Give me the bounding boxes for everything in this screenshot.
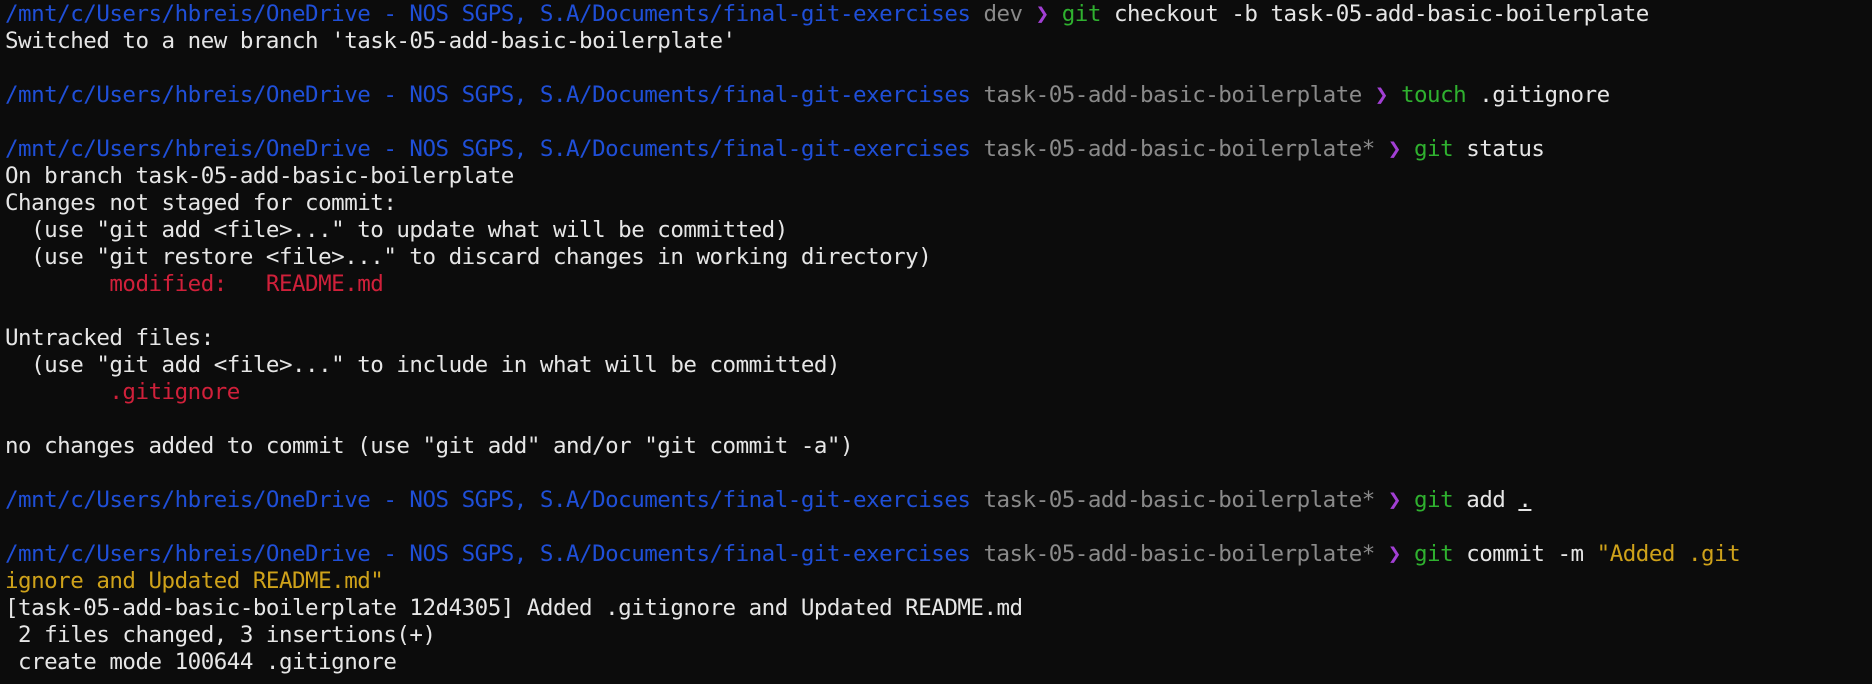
prompt-branch: task-05-add-basic-boilerplate: [983, 82, 1362, 108]
commit-message-wrap: ignore and Updated README.md": [5, 568, 384, 594]
prompt-branch: task-05-add-basic-boilerplate*: [983, 136, 1375, 162]
prompt-path: /mnt/c/Users/hbreis/OneDrive - NOS SGPS,…: [5, 1, 971, 27]
prompt-branch: dev: [983, 1, 1023, 27]
prompt-line: /mnt/c/Users/hbreis/OneDrive - NOS SGPS,…: [5, 136, 1872, 163]
output-line: Changes not staged for commit:: [5, 190, 397, 216]
output-line: Switched to a new branch 'task-05-add-ba…: [5, 28, 736, 54]
prompt-line: /mnt/c/Users/hbreis/OneDrive - NOS SGPS,…: [5, 82, 1872, 109]
output-line: no changes added to commit (use "git add…: [5, 433, 854, 459]
command-args: add: [1466, 487, 1519, 513]
prompt-arrow-icon: ❯: [1035, 1, 1050, 27]
output-line: Untracked files:: [5, 325, 214, 351]
commit-message: "Added .git: [1596, 541, 1741, 567]
command-args-path: .: [1518, 487, 1532, 513]
prompt-path: /mnt/c/Users/hbreis/OneDrive - NOS SGPS,…: [5, 487, 971, 513]
prompt-arrow-icon: ❯: [1374, 82, 1389, 108]
prompt-line: /mnt/c/Users/hbreis/OneDrive - NOS SGPS,…: [5, 1, 1872, 28]
output-line: (use "git add <file>..." to include in w…: [5, 352, 840, 378]
command-name: git: [1414, 487, 1454, 513]
terminal-window[interactable]: /mnt/c/Users/hbreis/OneDrive - NOS SGPS,…: [0, 0, 1872, 684]
prompt-arrow-icon: ❯: [1387, 487, 1402, 513]
command-name: git: [1414, 541, 1454, 567]
command-args: status: [1466, 136, 1545, 162]
prompt-line: /mnt/c/Users/hbreis/OneDrive - NOS SGPS,…: [5, 487, 1872, 514]
output-line: 2 files changed, 3 insertions(+): [5, 622, 436, 648]
prompt-line: /mnt/c/Users/hbreis/OneDrive - NOS SGPS,…: [5, 541, 1872, 568]
command-name: git: [1414, 136, 1454, 162]
command-args: .gitignore: [1479, 82, 1610, 108]
modified-file-line: modified: README.md: [5, 271, 384, 297]
output-line: (use "git restore <file>..." to discard …: [5, 244, 932, 270]
output-line: On branch task-05-add-basic-boilerplate: [5, 163, 514, 189]
output-line: (use "git add <file>..." to update what …: [5, 217, 788, 243]
command-name: git: [1061, 1, 1102, 27]
output-line: [task-05-add-basic-boilerplate 12d4305] …: [5, 595, 1023, 621]
prompt-path: /mnt/c/Users/hbreis/OneDrive - NOS SGPS,…: [5, 82, 971, 108]
prompt-arrow-icon: ❯: [1387, 136, 1402, 162]
prompt-arrow-icon: ❯: [1387, 541, 1402, 567]
untracked-file-line: .gitignore: [5, 379, 240, 405]
prompt-branch: task-05-add-basic-boilerplate*: [983, 541, 1375, 567]
prompt-path: /mnt/c/Users/hbreis/OneDrive - NOS SGPS,…: [5, 541, 971, 567]
command-args: checkout -b task-05-add-basic-boilerplat…: [1113, 1, 1649, 27]
prompt-path: /mnt/c/Users/hbreis/OneDrive - NOS SGPS,…: [5, 136, 971, 162]
command-args: commit -m: [1466, 541, 1597, 567]
output-line: create mode 100644 .gitignore: [5, 649, 397, 675]
prompt-branch: task-05-add-basic-boilerplate*: [983, 487, 1375, 513]
command-name: touch: [1400, 82, 1467, 108]
